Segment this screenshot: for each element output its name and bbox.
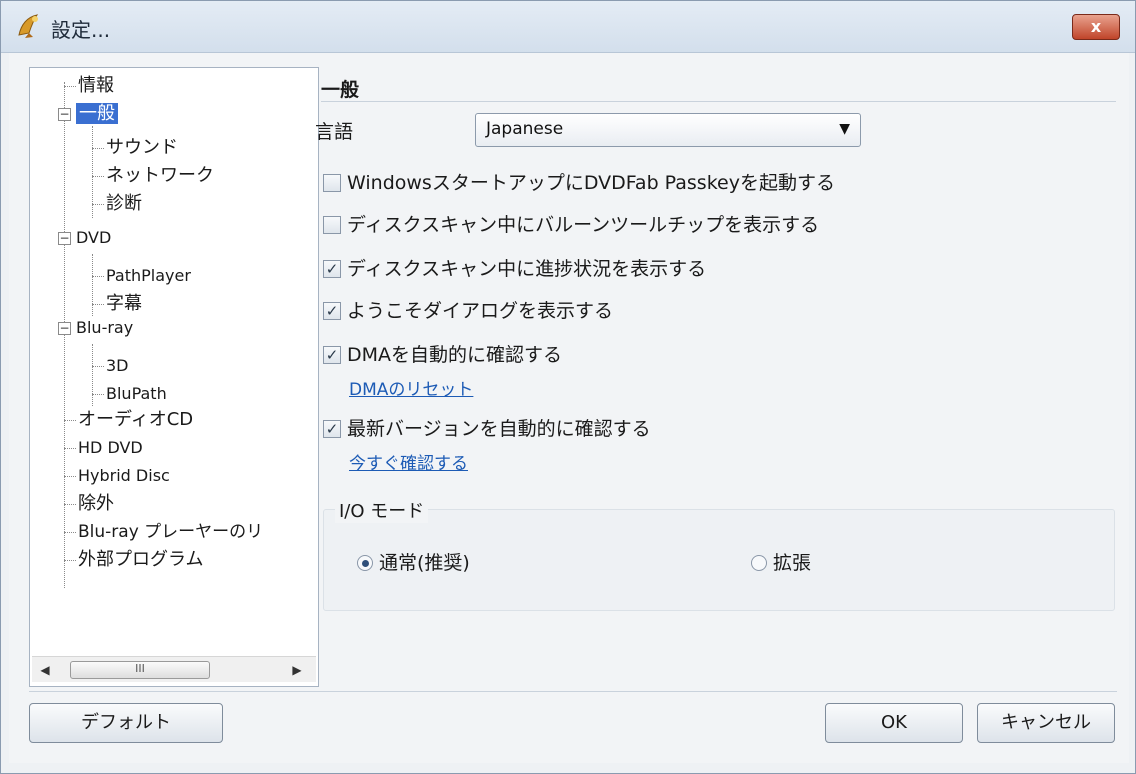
scroll-right-icon[interactable]: ▶ [288,661,306,679]
tree-item-sound[interactable]: サウンド [106,134,178,162]
checkbox-checked-icon[interactable]: ✓ [323,420,341,438]
checkbox[interactable] [323,174,341,192]
tree-item-diagnostics[interactable]: 診断 [106,190,142,218]
language-label: 言語 [315,121,354,143]
close-icon: x [1090,17,1102,36]
tree-item-audio-cd[interactable]: オーディオCD [78,406,193,434]
language-value: Japanese [486,119,564,139]
radio-selected-icon[interactable] [357,555,373,571]
tree-item-hybrid-disc[interactable]: Hybrid Disc [78,462,170,490]
collapse-icon[interactable]: − [58,108,71,121]
check-now-link[interactable]: 今すぐ確認する [349,449,468,474]
tree-connector [64,448,76,449]
checkbox-checked-icon[interactable]: ✓ [323,260,341,278]
collapse-icon[interactable]: − [58,232,71,245]
checkbox-checked-icon[interactable]: ✓ [323,302,341,320]
scroll-thumb[interactable]: III [70,661,210,679]
tree-item-bluray[interactable]: Blu-ray [76,314,133,342]
tree-item-external-programs[interactable]: 外部プログラム [78,546,203,574]
window-title: 設定... [51,18,111,42]
radio-icon[interactable] [751,555,767,571]
tree-connector [92,254,93,316]
app-icon [18,14,39,38]
tree-connector [92,394,104,395]
tree-item-info[interactable]: 情報 [78,72,114,100]
ok-button[interactable]: OK [825,703,963,743]
tree-item-hd-dvd[interactable]: HD DVD [78,434,143,462]
tree-connector [92,344,93,406]
tree-connector [92,148,104,149]
tree-connector [92,304,104,305]
tree-connector [92,276,104,277]
tree-item-bluray-player[interactable]: Blu-ray プレーヤーのリ [78,518,263,546]
close-button[interactable]: x [1072,14,1120,40]
settings-dialog: 設定... x − − − 情報 一般 サウンド ネットワーク 診断 DVD P… [0,0,1136,774]
chevron-down-icon: ▼ [839,121,850,137]
tree-connector [64,532,76,533]
scroll-left-icon[interactable]: ◀ [36,661,54,679]
dialog-body: − − − 情報 一般 サウンド ネットワーク 診断 DVD PathPlaye… [9,53,1129,763]
tree-item-general[interactable]: 一般 [76,100,118,128]
checkbox[interactable] [323,216,341,234]
tree-connector [92,204,104,205]
scroll-grip-icon: III [135,662,145,675]
tree-item-3d[interactable]: 3D [106,352,129,380]
tree-item-pathplayer[interactable]: PathPlayer [106,262,191,290]
tree-connector [64,82,65,588]
title-bar[interactable]: 設定... x [1,1,1135,53]
collapse-icon[interactable]: − [58,322,71,335]
io-mode-title: I/O モード [335,497,429,523]
cancel-button[interactable]: キャンセル [977,703,1115,743]
tree-horizontal-scrollbar[interactable]: ◀ III ▶ [32,656,316,682]
tree-connector [92,176,104,177]
category-tree: − − − 情報 一般 サウンド ネットワーク 診断 DVD PathPlaye… [30,68,318,648]
tree-item-blupath[interactable]: BluPath [106,380,167,408]
tree-connector [64,86,76,87]
tree-item-dvd[interactable]: DVD [76,224,111,252]
footer-divider [29,691,1117,692]
tree-connector [92,366,104,367]
tree-item-network[interactable]: ネットワーク [106,162,214,190]
category-tree-panel: − − − 情報 一般 サウンド ネットワーク 診断 DVD PathPlaye… [29,67,319,687]
tree-connector [64,420,76,421]
language-select[interactable]: Japanese ▼ [475,113,861,147]
tree-item-exclusions[interactable]: 除外 [78,490,114,518]
section-title: 一般 [321,79,360,101]
section-divider [321,101,1116,102]
tree-connector [64,476,76,477]
dma-reset-link[interactable]: DMAのリセット [349,375,473,400]
tree-connector [64,504,76,505]
tree-connector [64,560,76,561]
checkbox-checked-icon[interactable]: ✓ [323,346,341,364]
default-button[interactable]: デフォルト [29,703,223,743]
